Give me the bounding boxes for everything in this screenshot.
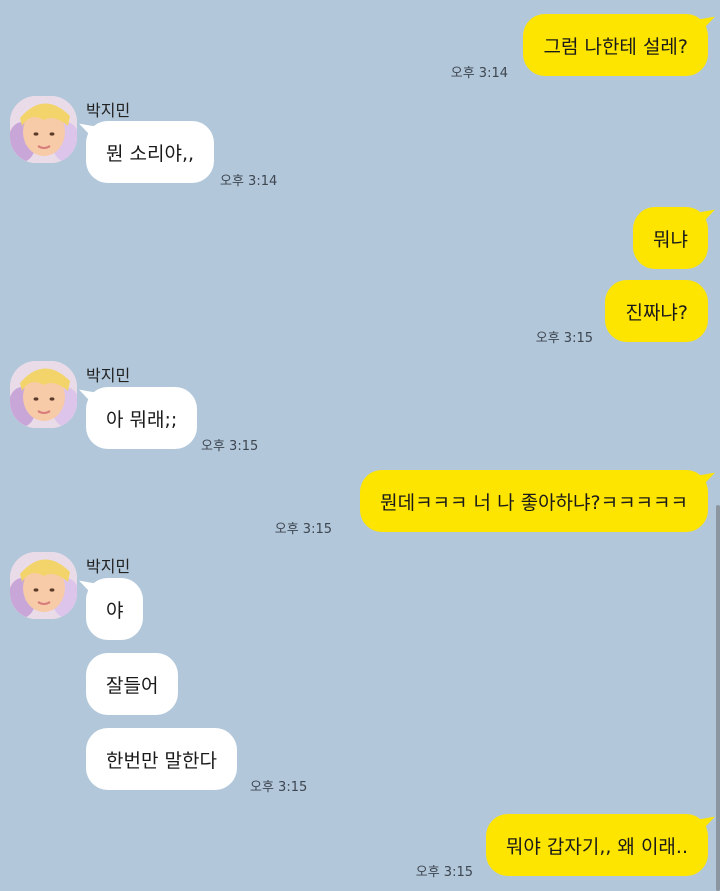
message-bubble-sent[interactable]: 진짜냐? bbox=[605, 280, 708, 342]
message-bubble-received[interactable]: 한번만 말한다 bbox=[86, 728, 237, 790]
message-text: 한번만 말한다 bbox=[106, 749, 217, 772]
contact-avatar[interactable] bbox=[10, 361, 77, 428]
contact-avatar[interactable] bbox=[10, 96, 77, 163]
contact-avatar[interactable] bbox=[10, 552, 77, 619]
message-time: 오후 3:14 bbox=[450, 66, 508, 81]
contact-name: 박지민 bbox=[86, 557, 131, 576]
message-text: 아 뭐래;; bbox=[106, 408, 178, 431]
message-bubble-received[interactable]: 아 뭐래;; bbox=[86, 387, 198, 449]
avatar-photo bbox=[10, 361, 77, 428]
avatar-photo bbox=[10, 552, 77, 619]
scrollbar[interactable] bbox=[716, 505, 720, 891]
message-time: 오후 3:15 bbox=[535, 331, 593, 346]
contact-name: 박지민 bbox=[86, 366, 131, 385]
message-text: 뭔 소리야,, bbox=[106, 142, 195, 165]
message-time: 오후 3:15 bbox=[201, 439, 259, 454]
message-text: 야 bbox=[106, 599, 124, 622]
message-text: 뭔데ㅋㅋㅋ 너 나 좋아하냐?ㅋㅋㅋㅋㅋ bbox=[380, 491, 688, 514]
message-text: 뭐야 갑자기,, 왜 이래.. bbox=[505, 835, 688, 858]
message-bubble-sent[interactable]: 그럼 나한테 설레? bbox=[523, 14, 708, 76]
message-bubble-received[interactable]: 야 bbox=[86, 578, 144, 640]
message-time: 오후 3:15 bbox=[274, 522, 332, 537]
avatar-photo bbox=[10, 96, 77, 163]
contact-name: 박지민 bbox=[86, 101, 131, 120]
message-text: 진짜냐? bbox=[625, 301, 688, 324]
message-bubble-sent[interactable]: 뭐야 갑자기,, 왜 이래.. bbox=[485, 814, 708, 876]
message-time: 오후 3:15 bbox=[415, 865, 473, 880]
message-bubble-received[interactable]: 뭔 소리야,, bbox=[86, 121, 215, 183]
message-text: 뭐냐 bbox=[653, 228, 688, 251]
message-time: 오후 3:15 bbox=[250, 780, 308, 795]
message-bubble-sent[interactable]: 뭔데ㅋㅋㅋ 너 나 좋아하냐?ㅋㅋㅋㅋㅋ bbox=[360, 470, 708, 532]
message-bubble-received[interactable]: 잘들어 bbox=[86, 653, 179, 715]
message-text: 그럼 나한테 설레? bbox=[543, 35, 688, 58]
message-time: 오후 3:14 bbox=[220, 174, 278, 189]
message-bubble-sent[interactable]: 뭐냐 bbox=[633, 207, 708, 269]
message-text: 잘들어 bbox=[106, 674, 159, 697]
